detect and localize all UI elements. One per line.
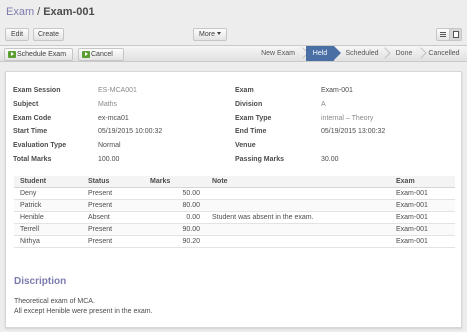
stage-separator-icon [417,48,425,59]
form-sheet: Exam Session ES-MCA001 Subject Maths Exa… [5,71,462,328]
description-line: All except Henible were present in the e… [14,308,153,315]
marks-cell: 80.00 [144,199,206,212]
stage-cancelled[interactable]: Cancelled [425,46,463,61]
student-cell: Nithya [14,235,82,248]
list-view-icon [440,32,446,37]
caret-down-icon [216,32,221,35]
exam-cell: Exam-001 [390,187,455,200]
stage-held[interactable]: Held [306,46,341,61]
breadcrumb-current: Exam-001 [43,6,95,18]
note-cell [206,199,390,212]
attendees-table: Student Status Marks Note Exam Deny Pres… [14,176,455,248]
note-cell [206,223,390,236]
subject-label: Subject [13,101,39,108]
table-row[interactable]: Patrick Present 80.00 Exam-001 [14,199,455,212]
passing-marks-field[interactable]: 30.00 [321,156,339,163]
marks-cell: 0.00 [144,211,206,224]
schedule-exam-button[interactable]: Schedule Exam [4,48,73,61]
student-column-header[interactable]: Student [14,176,82,188]
stage-new-exam[interactable]: New Exam [254,46,302,61]
status-column-header[interactable]: Status [82,176,144,188]
note-cell [206,235,390,248]
create-button[interactable]: Create [33,28,64,41]
marks-cell: 90.20 [144,235,206,248]
evaluation-type-label: Evaluation Type [13,142,67,149]
marks-cell: 90.00 [144,223,206,236]
evaluation-type-field[interactable]: Normal [98,142,121,149]
forward-arrow-icon [8,51,16,58]
status-cell: Present [82,199,144,212]
exam-session-field[interactable]: ES-MCA001 [98,87,137,94]
passing-marks-label: Passing Marks [235,156,285,163]
end-time-field[interactable]: 05/19/2015 13:00:32 [321,128,385,135]
table-row[interactable]: Deny Present 50.00 Exam-001 [14,187,455,200]
exam-session-label: Exam Session [13,87,61,94]
table-row[interactable]: Henible Absent 0.00 Student was absent i… [14,211,455,224]
marks-column-header[interactable]: Marks [144,176,206,188]
cancel-button[interactable]: Cancel [78,48,124,61]
division-label: Division [235,101,263,108]
stage-scheduled[interactable]: Scheduled [341,46,383,61]
breadcrumb: Exam / Exam-001 [6,4,95,20]
status-bar: Schedule Exam Cancel New Exam Held Sched… [0,45,467,62]
more-label: More [199,31,215,38]
student-cell: Terrell [14,223,82,236]
student-cell: Deny [14,187,82,200]
status-cell: Present [82,223,144,236]
cancel-label: Cancel [91,51,113,58]
exam-code-field[interactable]: ex-mca01 [98,115,129,122]
exam-field[interactable]: Exam-001 [321,87,353,94]
form-view-button[interactable] [449,29,461,40]
student-cell: Henible [14,211,82,224]
form-view-icon [453,31,459,38]
view-switcher [436,28,462,41]
total-marks-field[interactable]: 100.00 [98,156,119,163]
note-cell: Student was absent in the exam. [206,211,390,224]
exam-cell: Exam-001 [390,223,455,236]
exam-type-field[interactable]: internal – Theory [321,115,373,122]
edit-button[interactable]: Edit [5,28,29,41]
status-cell: Present [82,187,144,200]
status-cell: Present [82,235,144,248]
stage-done[interactable]: Done [389,46,419,61]
start-time-label: Start Time [13,128,48,135]
total-marks-label: Total Marks [13,156,52,163]
exam-code-label: Exam Code [13,115,52,122]
exam-type-label: Exam Type [235,115,272,122]
table-row[interactable]: Nithya Present 90.20 Exam-001 [14,235,455,248]
list-view-button[interactable] [437,29,449,40]
note-cell [206,187,390,200]
table-row[interactable]: Terrell Present 90.00 Exam-001 [14,223,455,236]
schedule-exam-label: Schedule Exam [17,51,67,58]
start-time-field[interactable]: 05/19/2015 10:00:32 [98,128,162,135]
more-dropdown[interactable]: More [193,28,227,41]
exam-column-header[interactable]: Exam [390,176,455,188]
exam-label: Exam [235,87,254,94]
table-header-row: Student Status Marks Note Exam [14,176,455,188]
forward-arrow-icon [82,51,90,58]
description-line: Theoretical exam of MCA. [14,298,95,305]
student-cell: Patrick [14,199,82,212]
subject-field[interactable]: Maths [98,101,117,108]
breadcrumb-separator: / [37,6,41,18]
exam-cell: Exam-001 [390,235,455,248]
marks-cell: 50.00 [144,187,206,200]
status-cell: Absent [82,211,144,224]
venue-label: Venue [235,142,256,149]
exam-cell: Exam-001 [390,199,455,212]
end-time-label: End Time [235,128,267,135]
description-title: Discription [14,276,67,287]
note-column-header[interactable]: Note [206,176,390,188]
division-field[interactable]: A [321,101,326,108]
breadcrumb-root-link[interactable]: Exam [6,6,34,18]
stage-separator-icon [381,48,389,59]
exam-cell: Exam-001 [390,211,455,224]
